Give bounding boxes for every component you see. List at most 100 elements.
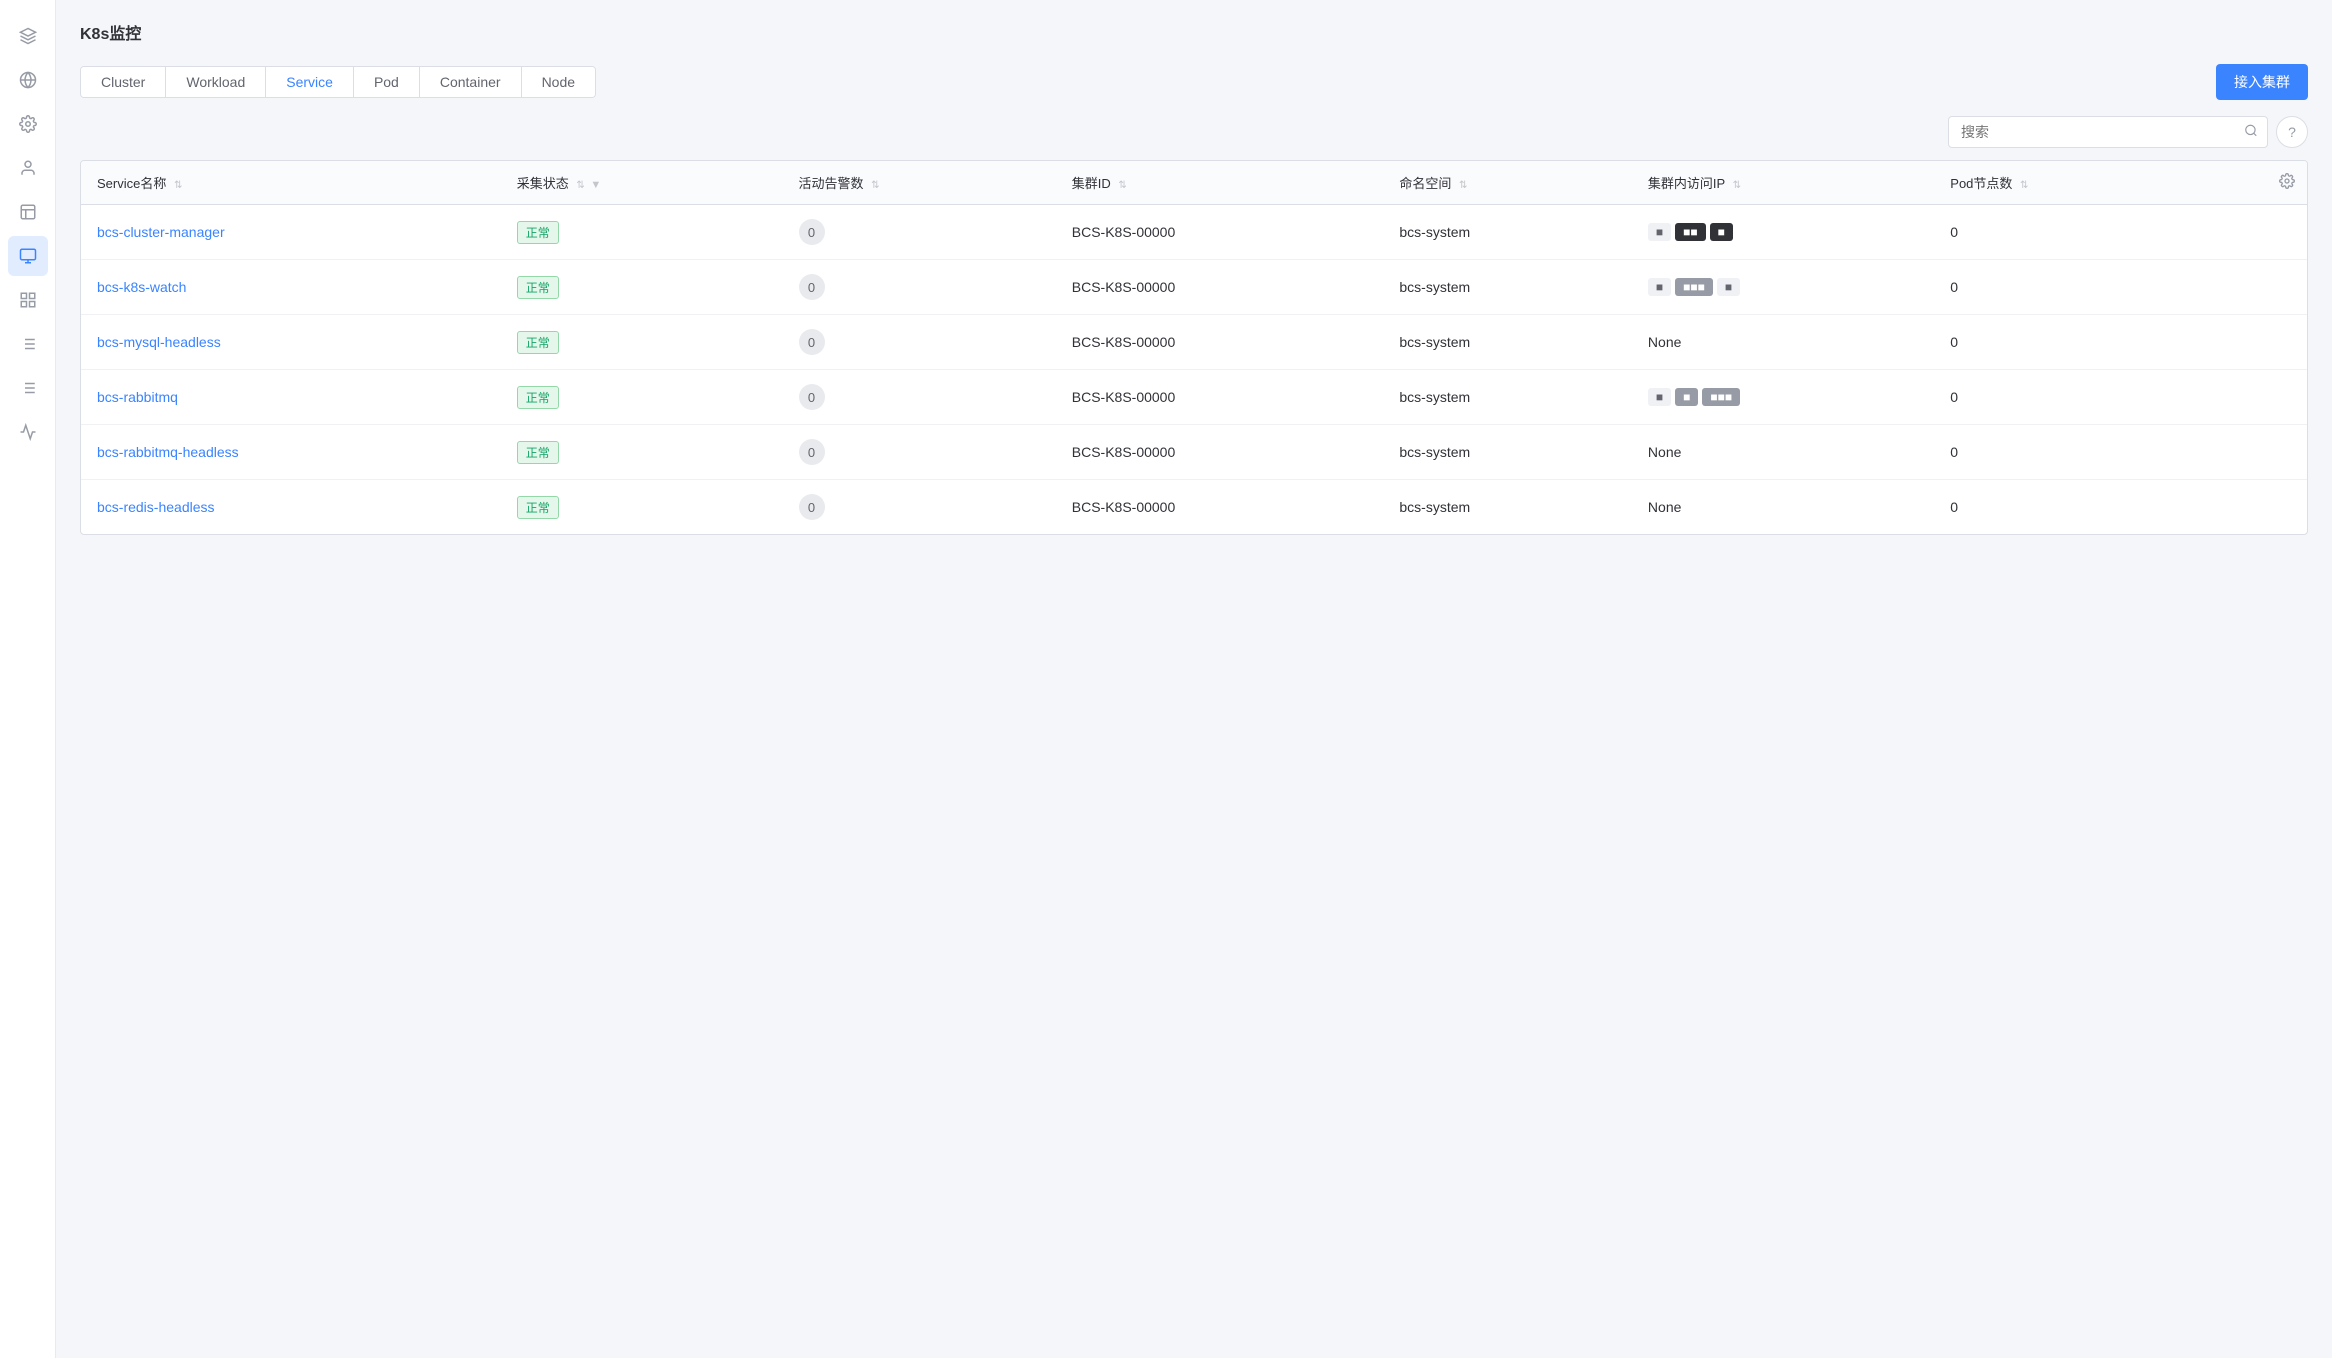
search-input[interactable] [1948,116,2268,148]
tab-node[interactable]: Node [522,67,595,97]
pod-count-cell: 0 [1934,315,2200,370]
tab-pod[interactable]: Pod [354,67,420,97]
sort-icon: ⇅ [576,180,584,191]
cluster-ip-cell: None [1632,480,1934,535]
alert-count-badge: 0 [799,219,825,245]
search-button[interactable] [2244,124,2258,141]
cluster-id-cell: BCS-K8S-00000 [1056,370,1384,425]
action-cell [2201,370,2307,425]
service-link[interactable]: bcs-cluster-manager [97,224,225,240]
alert-count-badge: 0 [799,494,825,520]
ip-tag: ■ [1648,223,1671,241]
ip-tags: ■■■■■ [1648,278,1918,296]
cluster-id-cell: BCS-K8S-00000 [1056,205,1384,260]
ip-tag: ■ [1648,388,1671,406]
sidebar-item-globe[interactable] [8,60,48,100]
status-cell: 正常 [501,480,783,535]
th-clusterIp[interactable]: 集群内访问IP ⇅ [1632,161,1934,205]
table-row: bcs-rabbitmq正常0BCS-K8S-00000bcs-system■■… [81,370,2307,425]
alerts-cell: 0 [783,205,1056,260]
top-bar: ClusterWorkloadServicePodContainerNode 接… [80,64,2308,100]
sidebar-item-monitor[interactable] [8,236,48,276]
namespace-cell: bcs-system [1383,205,1632,260]
ip-tag: ■■■ [1675,278,1713,296]
table-header-row: Service名称 ⇅采集状态 ⇅ ▼活动告警数 ⇅集群ID ⇅命名空间 ⇅集群… [81,161,2307,205]
status-cell: 正常 [501,260,783,315]
th-namespace[interactable]: 命名空间 ⇅ [1383,161,1632,205]
alerts-cell: 0 [783,425,1056,480]
th-podCount[interactable]: Pod节点数 ⇅ [1934,161,2200,205]
service-link[interactable]: bcs-rabbitmq-headless [97,444,239,460]
action-cell [2201,205,2307,260]
status-cell: 正常 [501,425,783,480]
cluster-id-cell: BCS-K8S-00000 [1056,425,1384,480]
namespace-cell: bcs-system [1383,480,1632,535]
table-row: bcs-k8s-watch正常0BCS-K8S-00000bcs-system■… [81,260,2307,315]
help-button[interactable]: ? [2276,116,2308,148]
service-name-cell: bcs-redis-headless [81,480,501,535]
cluster-ip-cell: ■■■■ [1632,205,1934,260]
sidebar-item-grid4[interactable] [8,412,48,452]
status-cell: 正常 [501,205,783,260]
tab-cluster[interactable]: Cluster [81,67,166,97]
th-status[interactable]: 采集状态 ⇅ ▼ [501,161,783,205]
search-wrap [1948,116,2268,148]
pod-count-cell: 0 [1934,260,2200,315]
service-name-cell: bcs-rabbitmq [81,370,501,425]
pod-count-cell: 0 [1934,425,2200,480]
sort-icon: ⇅ [1118,180,1126,191]
service-link[interactable]: bcs-rabbitmq [97,389,178,405]
namespace-cell: bcs-system [1383,260,1632,315]
alerts-cell: 0 [783,315,1056,370]
action-cell [2201,315,2307,370]
sidebar-item-grid2[interactable] [8,324,48,364]
namespace-cell: bcs-system [1383,315,1632,370]
tab-service[interactable]: Service [266,67,354,97]
sort-icon: ⇅ [1459,180,1467,191]
th-name[interactable]: Service名称 ⇅ [81,161,501,205]
ip-tag: ■■ [1675,223,1706,241]
ip-tag: ■ [1710,223,1733,241]
sidebar-item-settings[interactable] [8,104,48,144]
join-cluster-button[interactable]: 接入集群 [2216,64,2308,100]
alerts-cell: 0 [783,480,1056,535]
sidebar-item-grid1[interactable] [8,280,48,320]
alert-count-badge: 0 [799,439,825,465]
action-cell [2201,425,2307,480]
pod-count-cell: 0 [1934,480,2200,535]
sidebar [0,0,56,1358]
sort-icon: ⇅ [174,180,182,191]
alert-count-badge: 0 [799,274,825,300]
filter-icon[interactable]: ▼ [590,179,601,191]
sidebar-item-list[interactable] [8,192,48,232]
service-link[interactable]: bcs-redis-headless [97,499,215,515]
th-settings[interactable] [2201,161,2307,205]
th-clusterId[interactable]: 集群ID ⇅ [1056,161,1384,205]
namespace-cell: bcs-system [1383,425,1632,480]
service-link[interactable]: bcs-mysql-headless [97,334,221,350]
tab-container[interactable]: Container [420,67,522,97]
status-badge: 正常 [517,441,559,464]
status-badge: 正常 [517,386,559,409]
service-link[interactable]: bcs-k8s-watch [97,279,186,295]
service-name-cell: bcs-rabbitmq-headless [81,425,501,480]
th-alerts[interactable]: 活动告警数 ⇅ [783,161,1056,205]
sidebar-item-layers[interactable] [8,16,48,56]
cluster-ip-cell: None [1632,425,1934,480]
ip-tags: ■■■■ [1648,223,1918,241]
ip-tags: ■■■■■ [1648,388,1918,406]
namespace-cell: bcs-system [1383,370,1632,425]
tab-bar: ClusterWorkloadServicePodContainerNode [80,66,596,98]
data-table: Service名称 ⇅采集状态 ⇅ ▼活动告警数 ⇅集群ID ⇅命名空间 ⇅集群… [80,160,2308,535]
ip-tag: ■ [1675,388,1698,406]
table-row: bcs-mysql-headless正常0BCS-K8S-00000bcs-sy… [81,315,2307,370]
pod-count-cell: 0 [1934,370,2200,425]
cluster-id-cell: BCS-K8S-00000 [1056,480,1384,535]
tab-workload[interactable]: Workload [166,67,266,97]
service-name-cell: bcs-k8s-watch [81,260,501,315]
sidebar-item-grid3[interactable] [8,368,48,408]
service-name-cell: bcs-cluster-manager [81,205,501,260]
page-title: K8s监控 [80,20,2308,44]
alerts-cell: 0 [783,370,1056,425]
sidebar-item-user[interactable] [8,148,48,188]
